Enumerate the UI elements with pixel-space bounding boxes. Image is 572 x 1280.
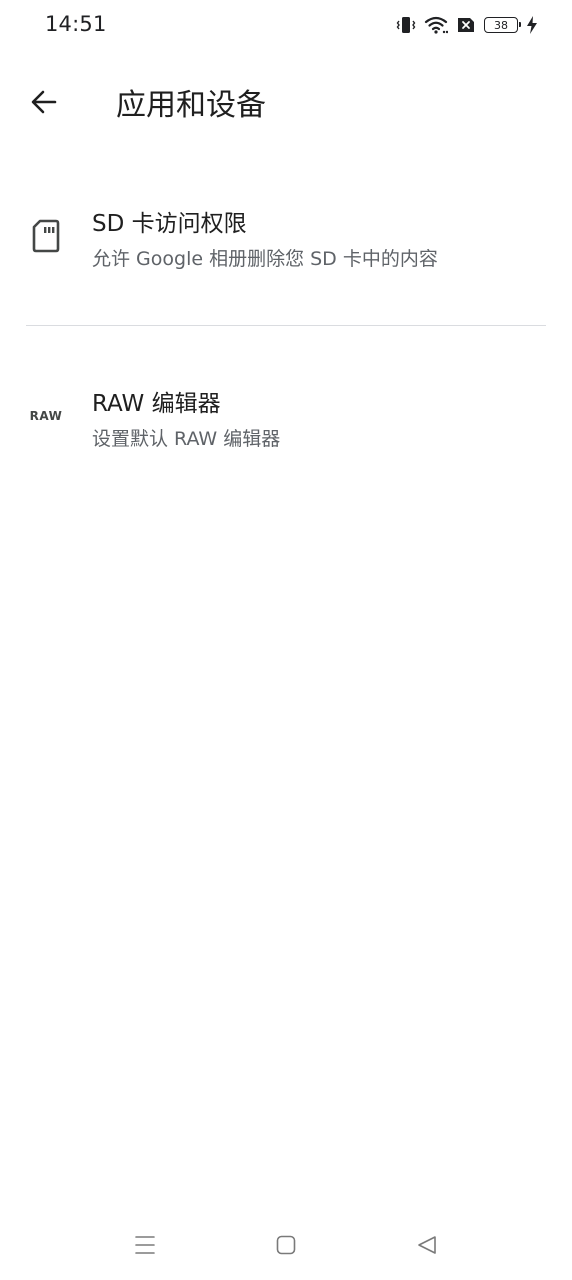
nav-menu-button[interactable] — [125, 1229, 165, 1261]
app-bar: 应用和设备 — [0, 60, 572, 144]
no-sim-icon — [456, 16, 476, 34]
list-item-title: RAW 编辑器 — [92, 391, 221, 417]
list-item-title: SD 卡访问权限 — [92, 211, 247, 237]
battery-level: 38 — [494, 18, 508, 32]
page-title: 应用和设备 — [116, 88, 266, 123]
screen: 14:51 38 应用和设备 SD 卡访问权限 允许 Google 相册删除您 … — [0, 0, 572, 1280]
back-triangle-icon — [418, 1236, 436, 1254]
list-item-raw-editor[interactable]: RAW RAW 编辑器 设置默认 RAW 编辑器 — [0, 370, 572, 470]
back-button[interactable] — [20, 78, 68, 126]
status-time: 14:51 — [45, 12, 107, 36]
list-item-subtitle: 设置默认 RAW 编辑器 — [92, 428, 281, 450]
divider — [26, 325, 546, 326]
home-icon — [276, 1235, 296, 1255]
nav-home-button[interactable] — [266, 1229, 306, 1261]
arrow-back-icon — [31, 90, 57, 114]
wifi-icon — [424, 15, 448, 35]
sd-card-icon — [24, 214, 68, 258]
status-bar: 14:51 38 — [0, 0, 572, 50]
menu-icon — [135, 1236, 155, 1254]
status-icons: 38 — [396, 14, 538, 36]
vibrate-icon — [396, 15, 416, 35]
battery-icon: 38 — [484, 17, 521, 33]
list-item-sd-card-access[interactable]: SD 卡访问权限 允许 Google 相册删除您 SD 卡中的内容 — [0, 190, 572, 300]
list-item-subtitle: 允许 Google 相册删除您 SD 卡中的内容 — [92, 248, 438, 270]
nav-bar — [0, 1215, 572, 1275]
charging-icon — [526, 15, 538, 35]
raw-icon: RAW — [24, 394, 68, 438]
nav-back-button[interactable] — [407, 1229, 447, 1261]
raw-icon-text: RAW — [29, 409, 63, 423]
